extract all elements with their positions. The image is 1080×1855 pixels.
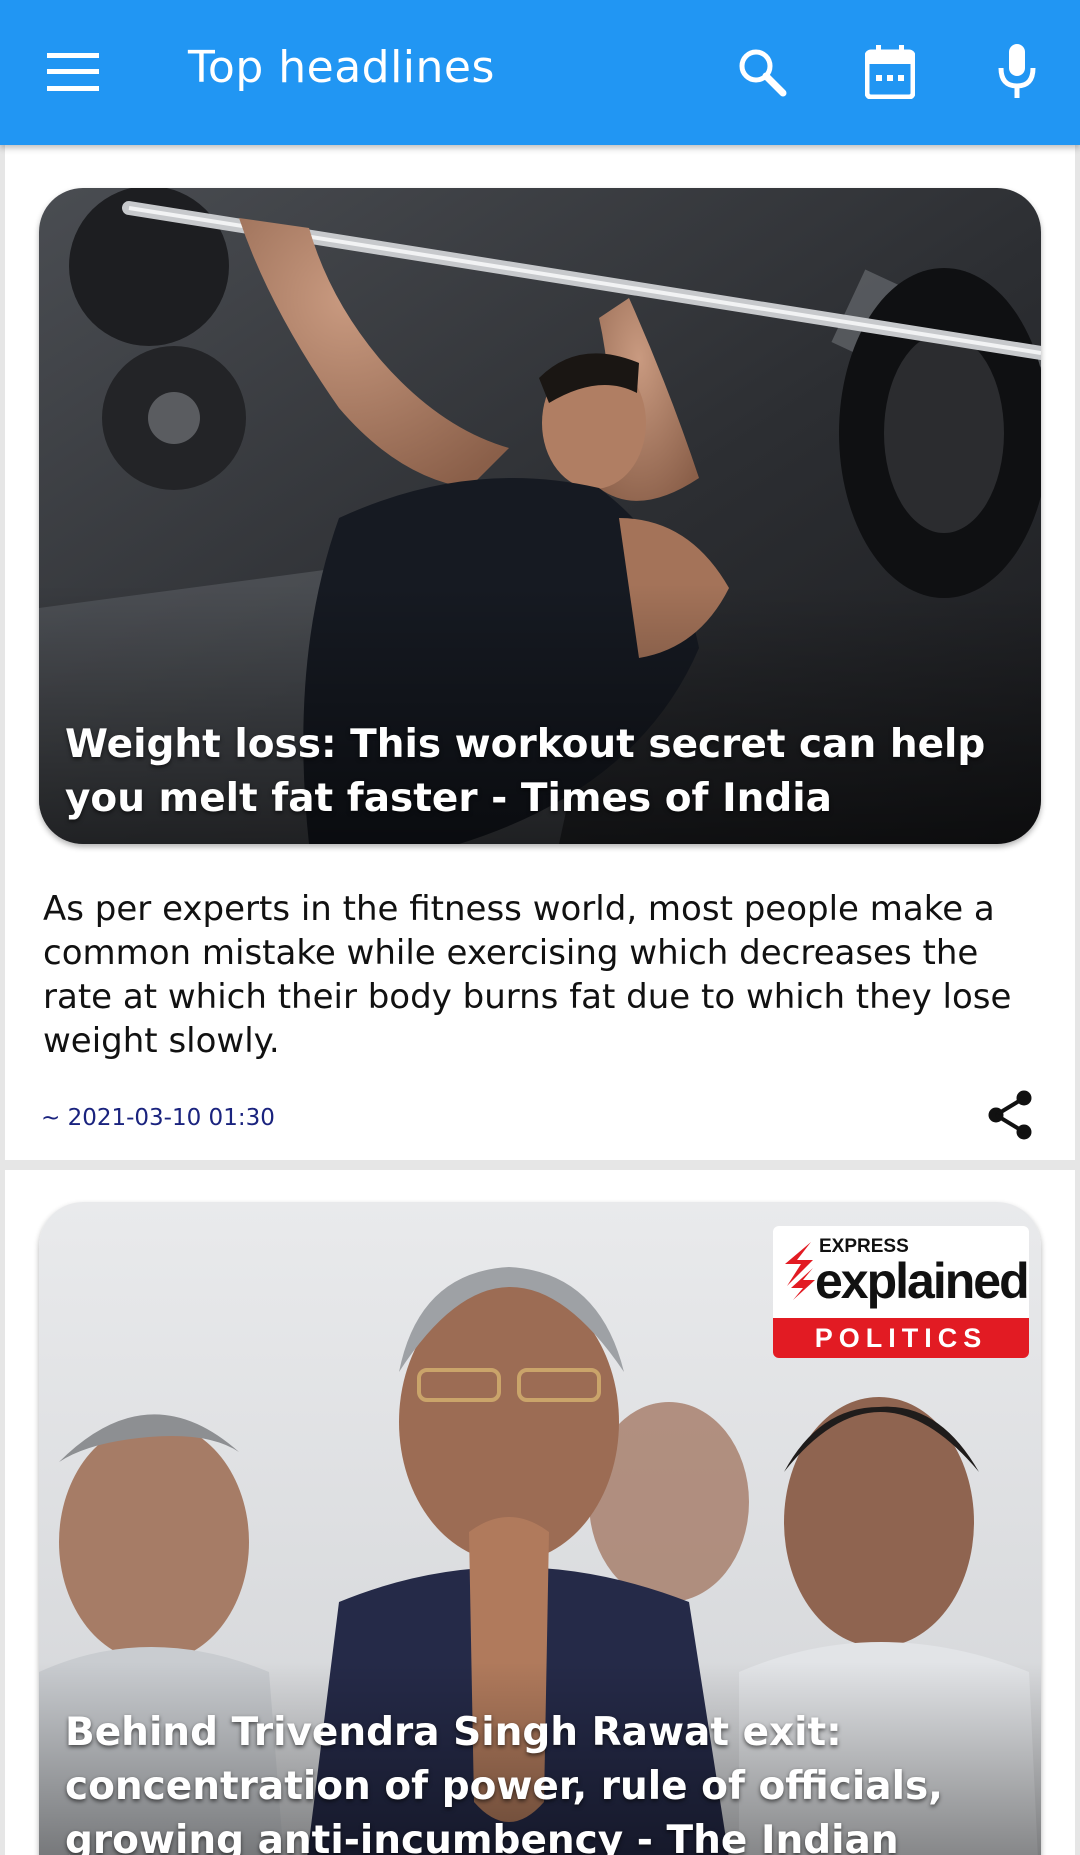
search-icon: [739, 49, 787, 97]
page-title: Top headlines: [188, 42, 495, 93]
badge-brand-main: explained.: [815, 1253, 1029, 1309]
search-button[interactable]: [720, 30, 804, 114]
menu-icon: [47, 53, 99, 91]
app-bar: Top headlines: [0, 0, 1080, 145]
calendar-button[interactable]: [848, 30, 932, 114]
calendar-icon: [865, 45, 915, 99]
mic-icon: [998, 44, 1036, 98]
article-card[interactable]: Weight loss: This workout secret can hel…: [5, 145, 1075, 1160]
express-explained-badge: EXPRESS explained. POLITICS: [773, 1226, 1029, 1358]
article-description: As per experts in the fitness world, mos…: [43, 889, 1012, 1061]
article-headline[interactable]: Weight loss: This workout secret can hel…: [65, 718, 1015, 826]
news-feed[interactable]: Weight loss: This workout secret can hel…: [0, 145, 1080, 1855]
badge-section: POLITICS: [773, 1318, 1029, 1358]
share-icon: [988, 1090, 1032, 1140]
article-timestamp: ~ 2021-03-10 01:30: [41, 1105, 275, 1131]
share-button[interactable]: [980, 1085, 1040, 1145]
article-image[interactable]: Weight loss: This workout secret can hel…: [39, 188, 1041, 844]
voice-search-button[interactable]: [975, 30, 1059, 114]
article-card[interactable]: EXPRESS explained. POLITICS Behind Trive…: [5, 1170, 1075, 1855]
article-headline[interactable]: Behind Trivendra Singh Rawat exit: conce…: [65, 1706, 1015, 1855]
article-image[interactable]: EXPRESS explained. POLITICS Behind Trive…: [39, 1202, 1041, 1855]
express-logo-icon: [785, 1242, 815, 1300]
menu-button[interactable]: [32, 36, 114, 108]
